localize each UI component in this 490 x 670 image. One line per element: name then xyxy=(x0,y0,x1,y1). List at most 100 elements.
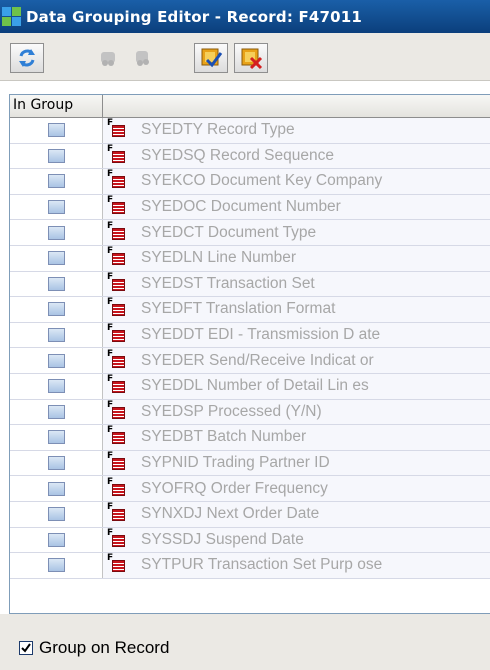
table-row[interactable]: F SYEDBT Batch Number xyxy=(10,425,490,451)
table-row[interactable]: F SYEDSP Processed (Y/N) xyxy=(10,399,490,426)
in-group-cell xyxy=(10,450,103,476)
title-bar: Data Grouping Editor - Record: F47011 xyxy=(0,0,490,33)
checkmark-icon xyxy=(21,643,31,653)
in-group-checkbox[interactable] xyxy=(47,532,65,547)
in-group-checkbox[interactable] xyxy=(47,302,65,317)
field-label: SYNXDJ Next Order Date xyxy=(141,505,320,523)
field-icon: F xyxy=(107,272,129,294)
table-row[interactable]: F SYEDSQ Record Sequence xyxy=(10,143,490,170)
in-group-checkbox[interactable] xyxy=(47,225,65,240)
data-grid: In Group F SYEDTY Record Type F SYEDSQ Reco… xyxy=(9,94,490,614)
group-on-record-checkbox[interactable] xyxy=(19,641,33,655)
table-row[interactable]: F SYEDDL Number of Detail Lin es xyxy=(10,373,490,400)
in-group-checkbox[interactable] xyxy=(47,481,65,496)
field-label: SYSSDJ Suspend Date xyxy=(141,530,304,548)
in-group-cell xyxy=(10,297,103,322)
toolbar xyxy=(0,33,490,81)
field-label: SYEDER Send/Receive Indicat or xyxy=(141,351,374,369)
in-group-checkbox[interactable] xyxy=(47,200,65,215)
field-label: SYPNID Trading Partner ID xyxy=(141,454,330,472)
cancel-button[interactable] xyxy=(234,43,268,73)
in-group-checkbox[interactable] xyxy=(47,404,65,419)
cancel-icon xyxy=(241,48,263,70)
field-cell: F SYEDLN Line Number xyxy=(103,245,490,271)
field-icon: F xyxy=(107,144,129,166)
field-cell: F SYEKCO Document Key Company xyxy=(103,169,490,194)
refresh-button[interactable] xyxy=(10,43,44,73)
group-on-record-label: Group on Record xyxy=(39,638,170,657)
field-cell: F SYEDST Transaction Set xyxy=(103,271,490,297)
in-group-checkbox[interactable] xyxy=(47,148,65,163)
in-group-checkbox[interactable] xyxy=(47,353,65,368)
table-row[interactable]: F SYEDST Transaction Set xyxy=(10,271,490,298)
table-row[interactable]: F SYEDLN Line Number xyxy=(10,245,490,272)
table-row[interactable]: F SYOFRQ Order Frequency xyxy=(10,476,490,502)
field-label: SYEDFT Translation Format xyxy=(141,300,336,318)
in-group-cell xyxy=(10,373,103,399)
field-icon: F xyxy=(107,502,129,524)
in-group-cell xyxy=(10,169,103,194)
field-label: SYEDDL Number of Detail Lin es xyxy=(141,377,369,395)
in-group-cell xyxy=(10,399,103,425)
in-group-cell xyxy=(10,245,103,271)
table-row[interactable]: F SYNXDJ Next Order Date xyxy=(10,501,490,528)
table-row[interactable]: F SYEDCT Document Type xyxy=(10,220,490,246)
table-row[interactable]: F SYEDDT EDI - Transmission D ate xyxy=(10,322,490,349)
ok-icon xyxy=(201,48,223,68)
field-label: SYEDBT Batch Number xyxy=(141,428,307,446)
in-group-checkbox[interactable] xyxy=(47,379,65,394)
field-icon: F xyxy=(107,528,129,550)
field-icon: F xyxy=(107,425,129,447)
group-button[interactable] xyxy=(91,43,125,73)
table-row[interactable]: F SYSSDJ Suspend Date xyxy=(10,527,490,554)
in-group-cell xyxy=(10,220,103,245)
field-icon: F xyxy=(107,553,129,575)
field-cell: F SYEDSP Processed (Y/N) xyxy=(103,399,490,425)
field-cell: F SYEDCT Document Type xyxy=(103,220,490,245)
in-group-checkbox[interactable] xyxy=(47,251,65,266)
table-row[interactable]: F SYEDER Send/Receive Indicat or xyxy=(10,348,490,374)
field-label: SYOFRQ Order Frequency xyxy=(141,479,328,497)
field-icon: F xyxy=(107,195,129,217)
ungroup-icon xyxy=(136,51,149,66)
in-group-checkbox[interactable] xyxy=(47,456,65,471)
table-row[interactable]: F SYTPUR Transaction Set Purp ose xyxy=(10,553,490,579)
field-cell: F SYTPUR Transaction Set Purp ose xyxy=(103,553,490,578)
group-icon xyxy=(101,52,115,66)
field-cell: F SYNXDJ Next Order Date xyxy=(103,501,490,527)
table-row[interactable]: F SYEDTY Record Type xyxy=(10,118,490,144)
field-label: SYEDLN Line Number xyxy=(141,249,297,267)
in-group-checkbox[interactable] xyxy=(47,123,65,138)
in-group-checkbox[interactable] xyxy=(47,276,65,291)
in-group-column-header[interactable]: In Group xyxy=(10,95,103,117)
table-row[interactable]: F SYEDOC Document Number xyxy=(10,194,490,221)
in-group-cell xyxy=(10,425,103,450)
in-group-checkbox[interactable] xyxy=(47,430,65,445)
grid-header: In Group xyxy=(10,95,490,118)
in-group-checkbox[interactable] xyxy=(47,174,65,189)
field-icon: F xyxy=(107,400,129,422)
in-group-checkbox[interactable] xyxy=(47,328,65,343)
field-cell: F SYEDDL Number of Detail Lin es xyxy=(103,373,490,399)
field-icon: F xyxy=(107,221,129,243)
field-icon: F xyxy=(107,477,129,499)
field-icon: F xyxy=(107,246,129,268)
in-group-cell xyxy=(10,271,103,297)
table-row[interactable]: F SYEDFT Translation Format xyxy=(10,297,490,323)
ungroup-button[interactable] xyxy=(125,43,159,73)
in-group-checkbox[interactable] xyxy=(47,507,65,522)
field-label: SYEDOC Document Number xyxy=(141,198,341,216)
footer: Group on Record xyxy=(0,614,490,670)
table-row[interactable]: F SYPNID Trading Partner ID xyxy=(10,450,490,477)
field-label: SYEDSP Processed (Y/N) xyxy=(141,402,322,420)
field-label: SYEDSQ Record Sequence xyxy=(141,146,334,164)
in-group-cell xyxy=(10,501,103,527)
field-label: SYEDCT Document Type xyxy=(141,223,317,241)
in-group-checkbox[interactable] xyxy=(47,558,65,573)
field-label: SYEKCO Document Key Company xyxy=(141,172,383,190)
ok-button[interactable] xyxy=(194,43,228,73)
field-icon: F xyxy=(107,374,129,396)
item-column-header[interactable] xyxy=(103,95,490,117)
table-row[interactable]: F SYEKCO Document Key Company xyxy=(10,169,490,195)
refresh-icon xyxy=(19,49,35,67)
